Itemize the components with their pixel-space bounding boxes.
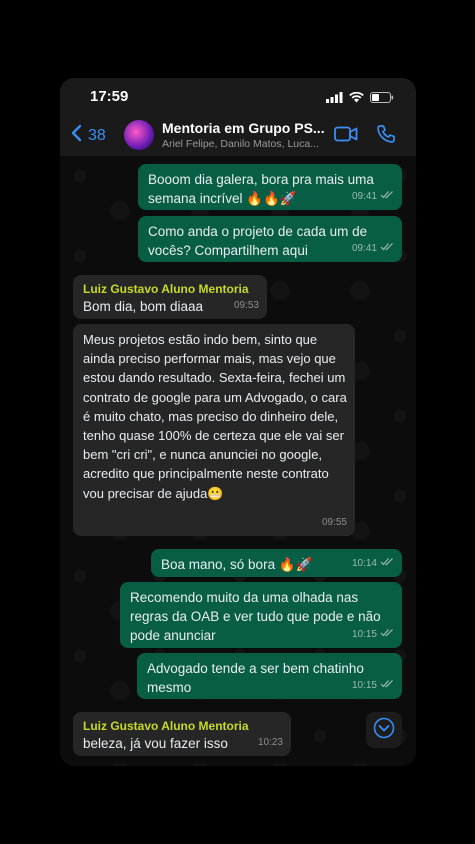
status-time: 17:59	[90, 88, 129, 105]
group-name[interactable]: Mentoria em Grupo PS...	[162, 120, 325, 136]
phone-screen: 17:59 38 Mentoria em Grupo PS... Ariel F…	[60, 78, 416, 766]
message-bubble[interactable]: Advogado tende a ser bem chatinho mesmo …	[137, 653, 402, 699]
status-bar: 17:59	[60, 78, 416, 112]
scroll-to-bottom-button[interactable]	[366, 712, 402, 748]
message-time: 10:23	[257, 737, 283, 748]
message-meta: 09:41	[352, 187, 394, 206]
double-check-icon	[380, 554, 394, 573]
message-time: 10:14	[351, 558, 377, 569]
signal-icon	[326, 90, 343, 108]
message-text: beleza, já vou fazer isso	[83, 736, 228, 751]
group-members[interactable]: Ariel Felipe, Danilo Matos, Luca...	[162, 138, 319, 150]
message-bubble[interactable]: Recomendo muito da uma olhada nas regras…	[120, 582, 402, 648]
message-time: 10:15	[351, 629, 377, 640]
message-text: Meus projetos estão indo bem, sinto que …	[83, 332, 351, 501]
message-time: 10:15	[351, 680, 377, 691]
double-check-icon	[380, 187, 394, 206]
chat-header: 17:59 38 Mentoria em Grupo PS... Ariel F…	[60, 78, 416, 156]
message-bubble[interactable]: Booom dia galera, bora pra mais uma sema…	[138, 164, 402, 210]
battery-icon	[370, 90, 394, 108]
double-check-icon	[380, 625, 394, 644]
message-meta: 09:41	[352, 239, 394, 258]
message-meta: 09:53	[234, 296, 259, 315]
message-time: 09:55	[321, 517, 347, 528]
message-time: 09:53	[233, 300, 259, 311]
unread-count: 38	[88, 126, 106, 144]
back-button[interactable]: 38	[70, 124, 106, 147]
message-meta: 10:15	[352, 625, 394, 644]
voice-call-icon[interactable]	[376, 124, 396, 149]
message-bubble[interactable]: Luiz Gustavo Aluno Mentoria Bom dia, bom…	[73, 275, 267, 319]
sender-name[interactable]: Luiz Gustavo Aluno Mentoria	[83, 718, 281, 734]
message-time: 09:41	[351, 191, 377, 202]
message-meta: 10:14	[352, 554, 394, 573]
chevron-left-icon	[70, 124, 82, 147]
status-icons	[326, 90, 394, 108]
message-bubble[interactable]: Boa mano, só bora 🔥🚀 10:14	[151, 549, 402, 577]
message-meta: 10:15	[352, 676, 394, 695]
sender-name[interactable]: Luiz Gustavo Aluno Mentoria	[83, 281, 257, 297]
double-check-icon	[380, 676, 394, 695]
message-bubble[interactable]: Como anda o projeto de cada um de vocês?…	[138, 216, 402, 262]
message-time: 09:41	[351, 243, 377, 254]
message-bubble[interactable]: Meus projetos estão indo bem, sinto que …	[73, 324, 355, 536]
message-meta: 10:23	[258, 733, 283, 752]
chat-nav-bar: 38 Mentoria em Grupo PS... Ariel Felipe,…	[60, 116, 416, 152]
video-call-icon[interactable]	[334, 126, 358, 147]
chevron-down-circle-icon	[373, 717, 395, 744]
message-meta: 09:55	[322, 513, 347, 532]
message-text: Bom dia, bom diaaa	[83, 299, 204, 314]
group-avatar[interactable]	[124, 120, 154, 150]
double-check-icon	[380, 239, 394, 258]
message-bubble[interactable]: Luiz Gustavo Aluno Mentoria beleza, já v…	[73, 712, 291, 756]
wifi-icon	[349, 90, 364, 108]
message-list[interactable]: Booom dia galera, bora pra mais uma sema…	[60, 156, 416, 766]
